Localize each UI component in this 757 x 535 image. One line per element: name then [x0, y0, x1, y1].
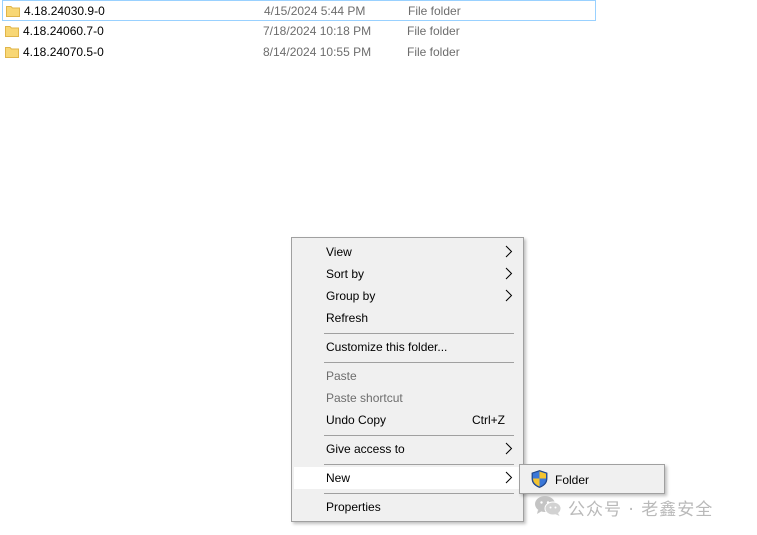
file-type: File folder — [407, 24, 460, 38]
menu-separator — [324, 493, 514, 494]
new-submenu: Folder — [519, 464, 665, 494]
file-name: 4.18.24030.9-0 — [24, 4, 105, 18]
context-menu: View Sort by Group by Refresh Customize … — [291, 237, 524, 522]
chevron-right-icon — [505, 471, 513, 484]
menu-item-properties[interactable]: Properties — [294, 496, 521, 518]
chevron-right-icon — [505, 442, 513, 455]
menu-item-label: Properties — [326, 500, 381, 514]
menu-item-group-by[interactable]: Group by — [294, 285, 521, 307]
menu-item-label: Customize this folder... — [326, 340, 448, 354]
menu-item-customize-folder[interactable]: Customize this folder... — [294, 336, 521, 358]
menu-item-label: Refresh — [326, 311, 369, 325]
file-row[interactable]: 4.18.24030.9-0 4/15/2024 5:44 PM File fo… — [2, 0, 596, 21]
file-row[interactable]: 4.18.24070.5-0 8/14/2024 10:55 PM File f… — [2, 42, 596, 63]
menu-item-new[interactable]: New — [294, 467, 521, 489]
menu-separator — [324, 333, 514, 334]
wechat-icon — [535, 496, 562, 516]
menu-separator — [324, 464, 514, 465]
menu-item-label: Group by — [326, 289, 376, 303]
file-type: File folder — [407, 45, 460, 59]
file-type: File folder — [408, 4, 461, 18]
chevron-right-icon — [505, 245, 513, 258]
menu-item-label: Sort by — [326, 267, 365, 281]
menu-item-label: New — [326, 471, 351, 485]
file-name: 4.18.24060.7-0 — [23, 24, 104, 38]
folder-icon — [5, 47, 19, 58]
menu-item-paste-shortcut: Paste shortcut — [294, 387, 521, 409]
menu-item-refresh[interactable]: Refresh — [294, 307, 521, 329]
menu-item-label: Paste — [326, 369, 357, 383]
file-row[interactable]: 4.18.24060.7-0 7/18/2024 10:18 PM File f… — [2, 21, 596, 42]
menu-item-paste: Paste — [294, 365, 521, 387]
submenu-item-label: Folder — [555, 473, 590, 487]
chevron-right-icon — [505, 267, 513, 280]
file-date: 4/15/2024 5:44 PM — [264, 4, 366, 18]
menu-separator — [324, 435, 514, 436]
chevron-right-icon — [505, 289, 513, 302]
menu-item-label: View — [326, 245, 352, 259]
folder-icon — [6, 6, 20, 17]
submenu-item-folder[interactable]: Folder — [522, 467, 662, 491]
menu-separator — [324, 362, 514, 363]
file-date: 7/18/2024 10:18 PM — [263, 24, 372, 38]
watermark: 公众号 · 老鑫安全 — [534, 493, 744, 520]
uac-shield-icon — [531, 470, 548, 488]
menu-item-undo-copy[interactable]: Undo Copy Ctrl+Z — [294, 409, 521, 431]
menu-item-sort-by[interactable]: Sort by — [294, 263, 521, 285]
menu-item-give-access[interactable]: Give access to — [294, 438, 521, 460]
menu-item-shortcut: Ctrl+Z — [472, 413, 505, 427]
menu-item-view[interactable]: View — [294, 241, 521, 263]
file-date: 8/14/2024 10:55 PM — [263, 45, 372, 59]
menu-item-label: Undo Copy — [326, 413, 387, 427]
menu-item-label: Paste shortcut — [326, 391, 403, 405]
menu-item-label: Give access to — [326, 442, 405, 456]
watermark-text: 公众号 · 老鑫安全 — [568, 500, 714, 520]
folder-icon — [5, 26, 19, 37]
file-name: 4.18.24070.5-0 — [23, 45, 104, 59]
